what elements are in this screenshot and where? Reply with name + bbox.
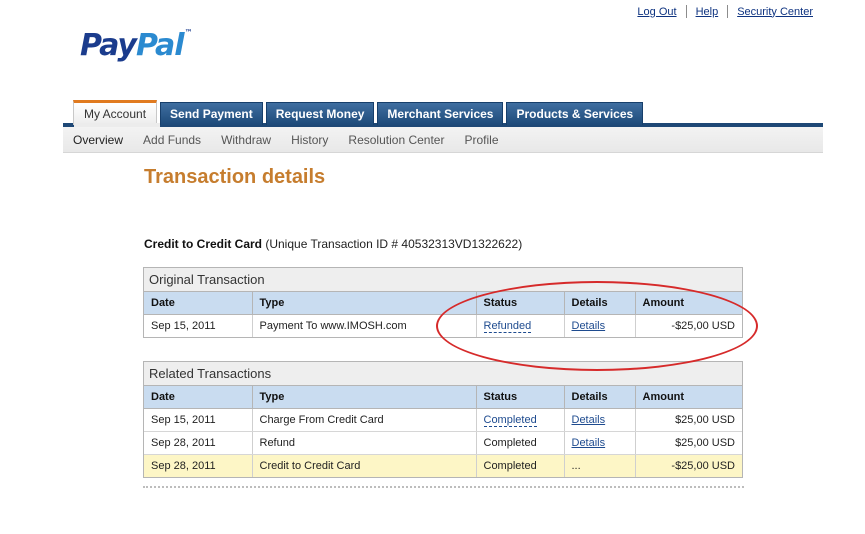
column-header-status: Status <box>476 386 565 409</box>
cell-type: Charge From Credit Card <box>252 408 477 432</box>
cell-date: Sep 15, 2011 <box>144 314 253 337</box>
tab-merchant-services[interactable]: Merchant Services <box>377 102 504 125</box>
table-row-current: Sep 28, 2011 Credit to Credit Card Compl… <box>144 454 742 477</box>
status-link[interactable]: Completed <box>483 413 537 427</box>
column-header-details: Details <box>564 292 636 315</box>
cell-status: Completed <box>476 454 565 477</box>
cell-status: Completed <box>476 408 565 432</box>
cell-date: Sep 28, 2011 <box>144 431 253 455</box>
main-tabs: My Account Send Payment Request Money Me… <box>73 100 646 125</box>
logo-pal: Pal <box>135 28 185 63</box>
paypal-logo[interactable]: PayPal™ <box>80 28 193 63</box>
dotted-divider <box>143 486 744 488</box>
transaction-heading: Credit to Credit Card (Unique Transactio… <box>144 237 522 251</box>
column-header-amount: Amount <box>635 386 742 409</box>
utility-links: Log Out Help Security Center <box>628 5 813 18</box>
cell-details: Details <box>564 408 636 432</box>
cell-details: Details <box>564 431 636 455</box>
cell-amount: $25,00 USD <box>635 408 742 432</box>
subnav-profile[interactable]: Profile <box>459 133 503 147</box>
cell-date: Sep 28, 2011 <box>144 454 253 477</box>
table-row: Sep 15, 2011 Charge From Credit Card Com… <box>144 408 742 432</box>
column-header-date: Date <box>144 292 253 315</box>
logo-tm: ™ <box>184 28 193 37</box>
tab-my-account[interactable]: My Account <box>73 100 158 125</box>
subnav-history[interactable]: History <box>286 133 333 147</box>
logo-pay: Pay <box>80 28 137 63</box>
subnav-resolution-center[interactable]: Resolution Center <box>343 133 449 147</box>
table-row: Sep 28, 2011 Refund Completed Details $2… <box>144 431 742 455</box>
logout-link[interactable]: Log Out <box>628 6 685 18</box>
transaction-id: (Unique Transaction ID # 40532313VD13226… <box>262 237 523 251</box>
cell-type: Refund <box>252 431 477 455</box>
cell-amount: $25,00 USD <box>635 431 742 455</box>
table-caption: Related Transactions <box>144 362 742 386</box>
cell-details: Details <box>564 314 636 337</box>
details-link[interactable]: Details <box>572 437 606 449</box>
sub-navigation: Overview Add Funds Withdraw History Reso… <box>63 127 823 153</box>
help-link[interactable]: Help <box>687 6 728 18</box>
table-row: Sep 15, 2011 Payment To www.IMOSH.com Re… <box>144 314 742 337</box>
column-header-type: Type <box>252 386 477 409</box>
cell-amount: -$25,00 USD <box>635 454 742 477</box>
status-link[interactable]: Refunded <box>483 319 532 333</box>
cell-details: ... <box>564 454 636 477</box>
original-transaction-table: Original Transaction Date Type Status De… <box>143 267 743 338</box>
cell-type: Credit to Credit Card <box>252 454 477 477</box>
details-link[interactable]: Details <box>572 320 606 332</box>
subnav-add-funds[interactable]: Add Funds <box>138 133 206 147</box>
related-transactions-table: Related Transactions Date Type Status De… <box>143 361 743 478</box>
subnav-overview[interactable]: Overview <box>68 133 128 147</box>
cell-date: Sep 15, 2011 <box>144 408 253 432</box>
cell-type: Payment To www.IMOSH.com <box>252 314 477 337</box>
subnav-withdraw[interactable]: Withdraw <box>216 133 276 147</box>
table-caption: Original Transaction <box>144 268 742 292</box>
cell-status: Completed <box>476 431 565 455</box>
tab-products-services[interactable]: Products & Services <box>506 102 644 125</box>
column-header-date: Date <box>144 386 253 409</box>
cell-amount: -$25,00 USD <box>671 319 735 332</box>
column-header-details: Details <box>564 386 636 409</box>
table-header-row: Date Type Status Details Amount <box>144 386 742 409</box>
cell-status: Refunded <box>476 314 565 337</box>
table-header-row: Date Type Status Details Amount <box>144 292 742 315</box>
tab-request-money[interactable]: Request Money <box>265 102 375 125</box>
transaction-type: Credit to Credit Card <box>144 237 263 251</box>
details-link[interactable]: Details <box>572 414 606 426</box>
page-title: Transaction details <box>144 166 326 188</box>
security-center-link[interactable]: Security Center <box>728 6 813 18</box>
column-header-status: Status <box>476 292 565 315</box>
column-header-type: Type <box>252 292 477 315</box>
tab-send-payment[interactable]: Send Payment <box>160 102 263 125</box>
column-header-amount: Amount <box>635 292 742 315</box>
